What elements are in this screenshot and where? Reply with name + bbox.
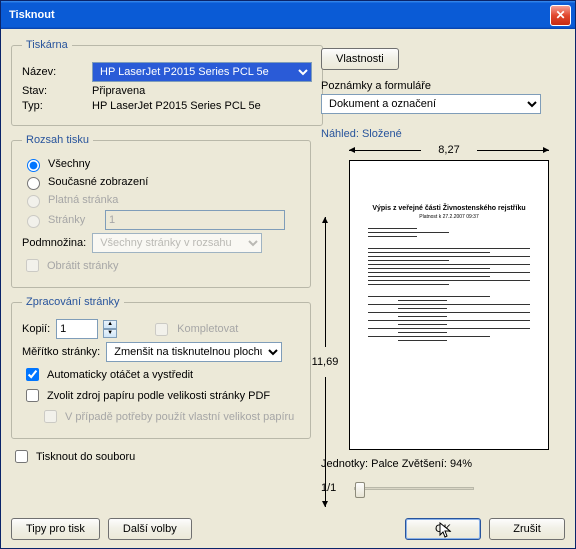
doc-title: Výpis z veřejné části Živnostenského rej…	[368, 205, 530, 212]
spin-down-icon[interactable]: ▼	[103, 329, 117, 338]
page-preview: Výpis z veřejné části Živnostenského rej…	[349, 160, 549, 450]
reverse-label: Obrátit stránky	[47, 260, 119, 272]
pages-input	[105, 210, 285, 230]
range-all-label: Všechny	[48, 158, 90, 170]
comments-select[interactable]: Dokument a označení	[321, 94, 541, 114]
custom-check	[44, 410, 57, 423]
type-value: HP LaserJet P2015 Series PCL 5e	[92, 100, 261, 112]
copies-input[interactable]	[56, 319, 98, 339]
advanced-button[interactable]: Další volby	[108, 518, 192, 540]
paper-check[interactable]	[26, 389, 39, 402]
copies-label: Kopií:	[22, 323, 50, 335]
subset-select: Všechny stránky v rozsahu	[92, 233, 262, 253]
units-zoom: Jednotky: Palce Zvětšení: 94%	[321, 458, 565, 470]
collate-label: Kompletovat	[177, 323, 238, 335]
range-pages-radio	[27, 215, 40, 228]
autorotate-check[interactable]	[26, 368, 39, 381]
ok-button[interactable]: OK	[405, 518, 481, 540]
subset-label: Podmnožina:	[22, 237, 86, 249]
handling-legend: Zpracování stránky	[22, 296, 124, 308]
pages-label: Stránky	[48, 214, 100, 226]
properties-button[interactable]: Vlastnosti	[321, 48, 399, 70]
tips-button[interactable]: Tipy pro tisk	[11, 518, 100, 540]
reverse-check	[26, 259, 39, 272]
range-group: Rozsah tisku Všechny Současné zobrazení …	[11, 134, 311, 288]
autorotate-label: Automaticky otáčet a vystředit	[47, 369, 193, 381]
handling-group: Zpracování stránky Kopií: ▲▼ Kompletovat…	[11, 296, 311, 439]
copies-spinner[interactable]: ▲▼	[103, 320, 117, 338]
paper-label: Zvolit zdroj papíru podle velikosti strá…	[47, 390, 270, 402]
printer-legend: Tiskárna	[22, 39, 72, 51]
printer-select[interactable]: HP LaserJet P2015 Series PCL 5e	[92, 62, 312, 82]
range-view-radio[interactable]	[27, 177, 40, 190]
preview-title: Náhled: Složené	[321, 128, 565, 140]
print-dialog: Tisknout ✕ Tiskárna Název: HP LaserJet P…	[0, 0, 576, 549]
height-dimension: 11,69	[311, 217, 339, 507]
spin-up-icon[interactable]: ▲	[103, 320, 117, 329]
comments-label: Poznámky a formuláře	[321, 80, 565, 92]
name-label: Název:	[22, 66, 86, 78]
scale-label: Měřítko stránky:	[22, 346, 100, 358]
custom-label: V případě potřeby použít vlastní velikos…	[65, 411, 294, 423]
range-currpage-label: Platná stránka	[48, 194, 118, 206]
close-icon[interactable]: ✕	[550, 5, 571, 26]
collate-check	[155, 323, 168, 336]
cancel-button[interactable]: Zrušit	[489, 518, 565, 540]
width-dimension: 8,27	[349, 144, 549, 156]
status-value: Připravena	[92, 85, 145, 97]
window-title: Tisknout	[9, 9, 55, 21]
range-view-label: Současné zobrazení	[48, 176, 148, 188]
printer-group: Tiskárna Název: HP LaserJet P2015 Series…	[11, 39, 323, 126]
range-legend: Rozsah tisku	[22, 134, 93, 146]
scale-select[interactable]: Zmenšit na tisknutelnou plochu	[106, 342, 282, 362]
slider-thumb[interactable]	[355, 482, 365, 498]
range-all-radio[interactable]	[27, 159, 40, 172]
printfile-label: Tisknout do souboru	[36, 451, 135, 463]
printfile-check[interactable]	[15, 450, 28, 463]
page-slider[interactable]	[354, 487, 474, 490]
status-label: Stav:	[22, 85, 86, 97]
range-currpage-radio	[27, 195, 40, 208]
type-label: Typ:	[22, 100, 86, 112]
titlebar: Tisknout ✕	[1, 1, 575, 29]
